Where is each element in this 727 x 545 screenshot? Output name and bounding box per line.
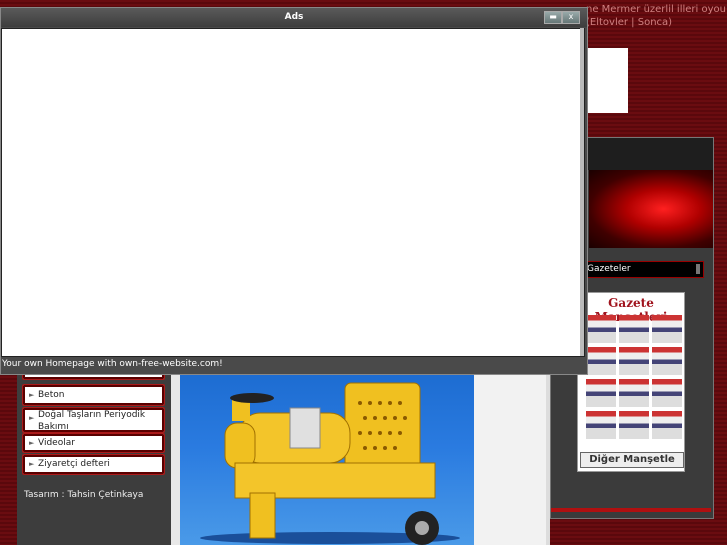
popup-footer-link[interactable]: Your own Homepage with own-free-website.…	[2, 359, 223, 369]
newspaper-thumb[interactable]	[586, 411, 616, 439]
popup-scrollbar[interactable]	[580, 28, 584, 356]
ads-popup-window[interactable]: Ads ▬ x Your own Homepage with own-free-…	[0, 7, 588, 375]
content-border	[171, 368, 180, 545]
newspaper-thumbnails	[586, 315, 682, 440]
arrow-right-icon: ►	[29, 460, 35, 468]
newspaper-thumb[interactable]	[652, 315, 682, 343]
minimize-icon[interactable]: ▬	[544, 11, 562, 24]
diger-mansetler-button[interactable]: Diğer Manşetle	[580, 452, 684, 468]
newspaper-thumb[interactable]	[652, 379, 682, 407]
right-panel-red-line	[551, 508, 711, 512]
newspaper-thumb[interactable]	[619, 411, 649, 439]
sidebar-item-label: Ziyaretçi defteri	[38, 459, 110, 469]
newspaper-thumb[interactable]	[586, 347, 616, 375]
content-right-border	[546, 368, 550, 545]
machine-image	[180, 368, 474, 545]
red-abstract-image	[589, 170, 713, 248]
header-text: ne Mermer üzerlil illeri oyou (Eltovler …	[586, 4, 726, 28]
header-white-box	[588, 48, 628, 113]
sidebar-item-videolar[interactable]: ► Videolar	[22, 433, 165, 453]
designer-credit: Tasarım : Tahsin Çetinkaya	[24, 490, 144, 500]
left-sidebar: ► Beton ► Doğal Taşların Periyodik Bakım…	[17, 360, 171, 545]
sidebar-item-label: Doğal Taşların Periyodik Bakımı	[38, 410, 146, 432]
newspaper-thumb[interactable]	[619, 379, 649, 407]
gazeteler-label: Gazeteler	[587, 264, 631, 274]
arrow-right-icon: ►	[29, 439, 35, 447]
gazete-widget[interactable]: Gazete Manşetleri Diğer Manşetle	[577, 292, 685, 472]
content-right-gap	[474, 368, 546, 545]
close-icon[interactable]: x	[562, 11, 580, 24]
sidebar-item-beton[interactable]: ► Beton	[22, 384, 165, 406]
gazeteler-bar: Gazeteler	[582, 261, 704, 278]
sidebar-item-ziyaretci[interactable]: ► Ziyaretçi defteri	[22, 454, 165, 475]
sidebar-item-label: Videolar	[38, 438, 75, 448]
arrow-right-icon: ►	[29, 391, 35, 399]
mixer-machine-icon	[200, 382, 460, 545]
newspaper-thumb[interactable]	[619, 347, 649, 375]
sidebar-item-label: Beton	[38, 390, 65, 400]
arrow-right-icon: ►	[29, 414, 35, 422]
popup-title: Ads	[1, 8, 587, 27]
newspaper-thumb[interactable]	[652, 411, 682, 439]
sidebar-item-dogal-taslar[interactable]: ► Doğal Taşların Periyodik Bakımı	[22, 407, 165, 433]
newspaper-thumb[interactable]	[652, 347, 682, 375]
newspaper-thumb[interactable]	[619, 315, 649, 343]
gazeteler-scroll-icon[interactable]	[696, 264, 700, 274]
newspaper-thumb[interactable]	[586, 379, 616, 407]
newspaper-thumb[interactable]	[586, 315, 616, 343]
popup-content	[1, 28, 585, 357]
